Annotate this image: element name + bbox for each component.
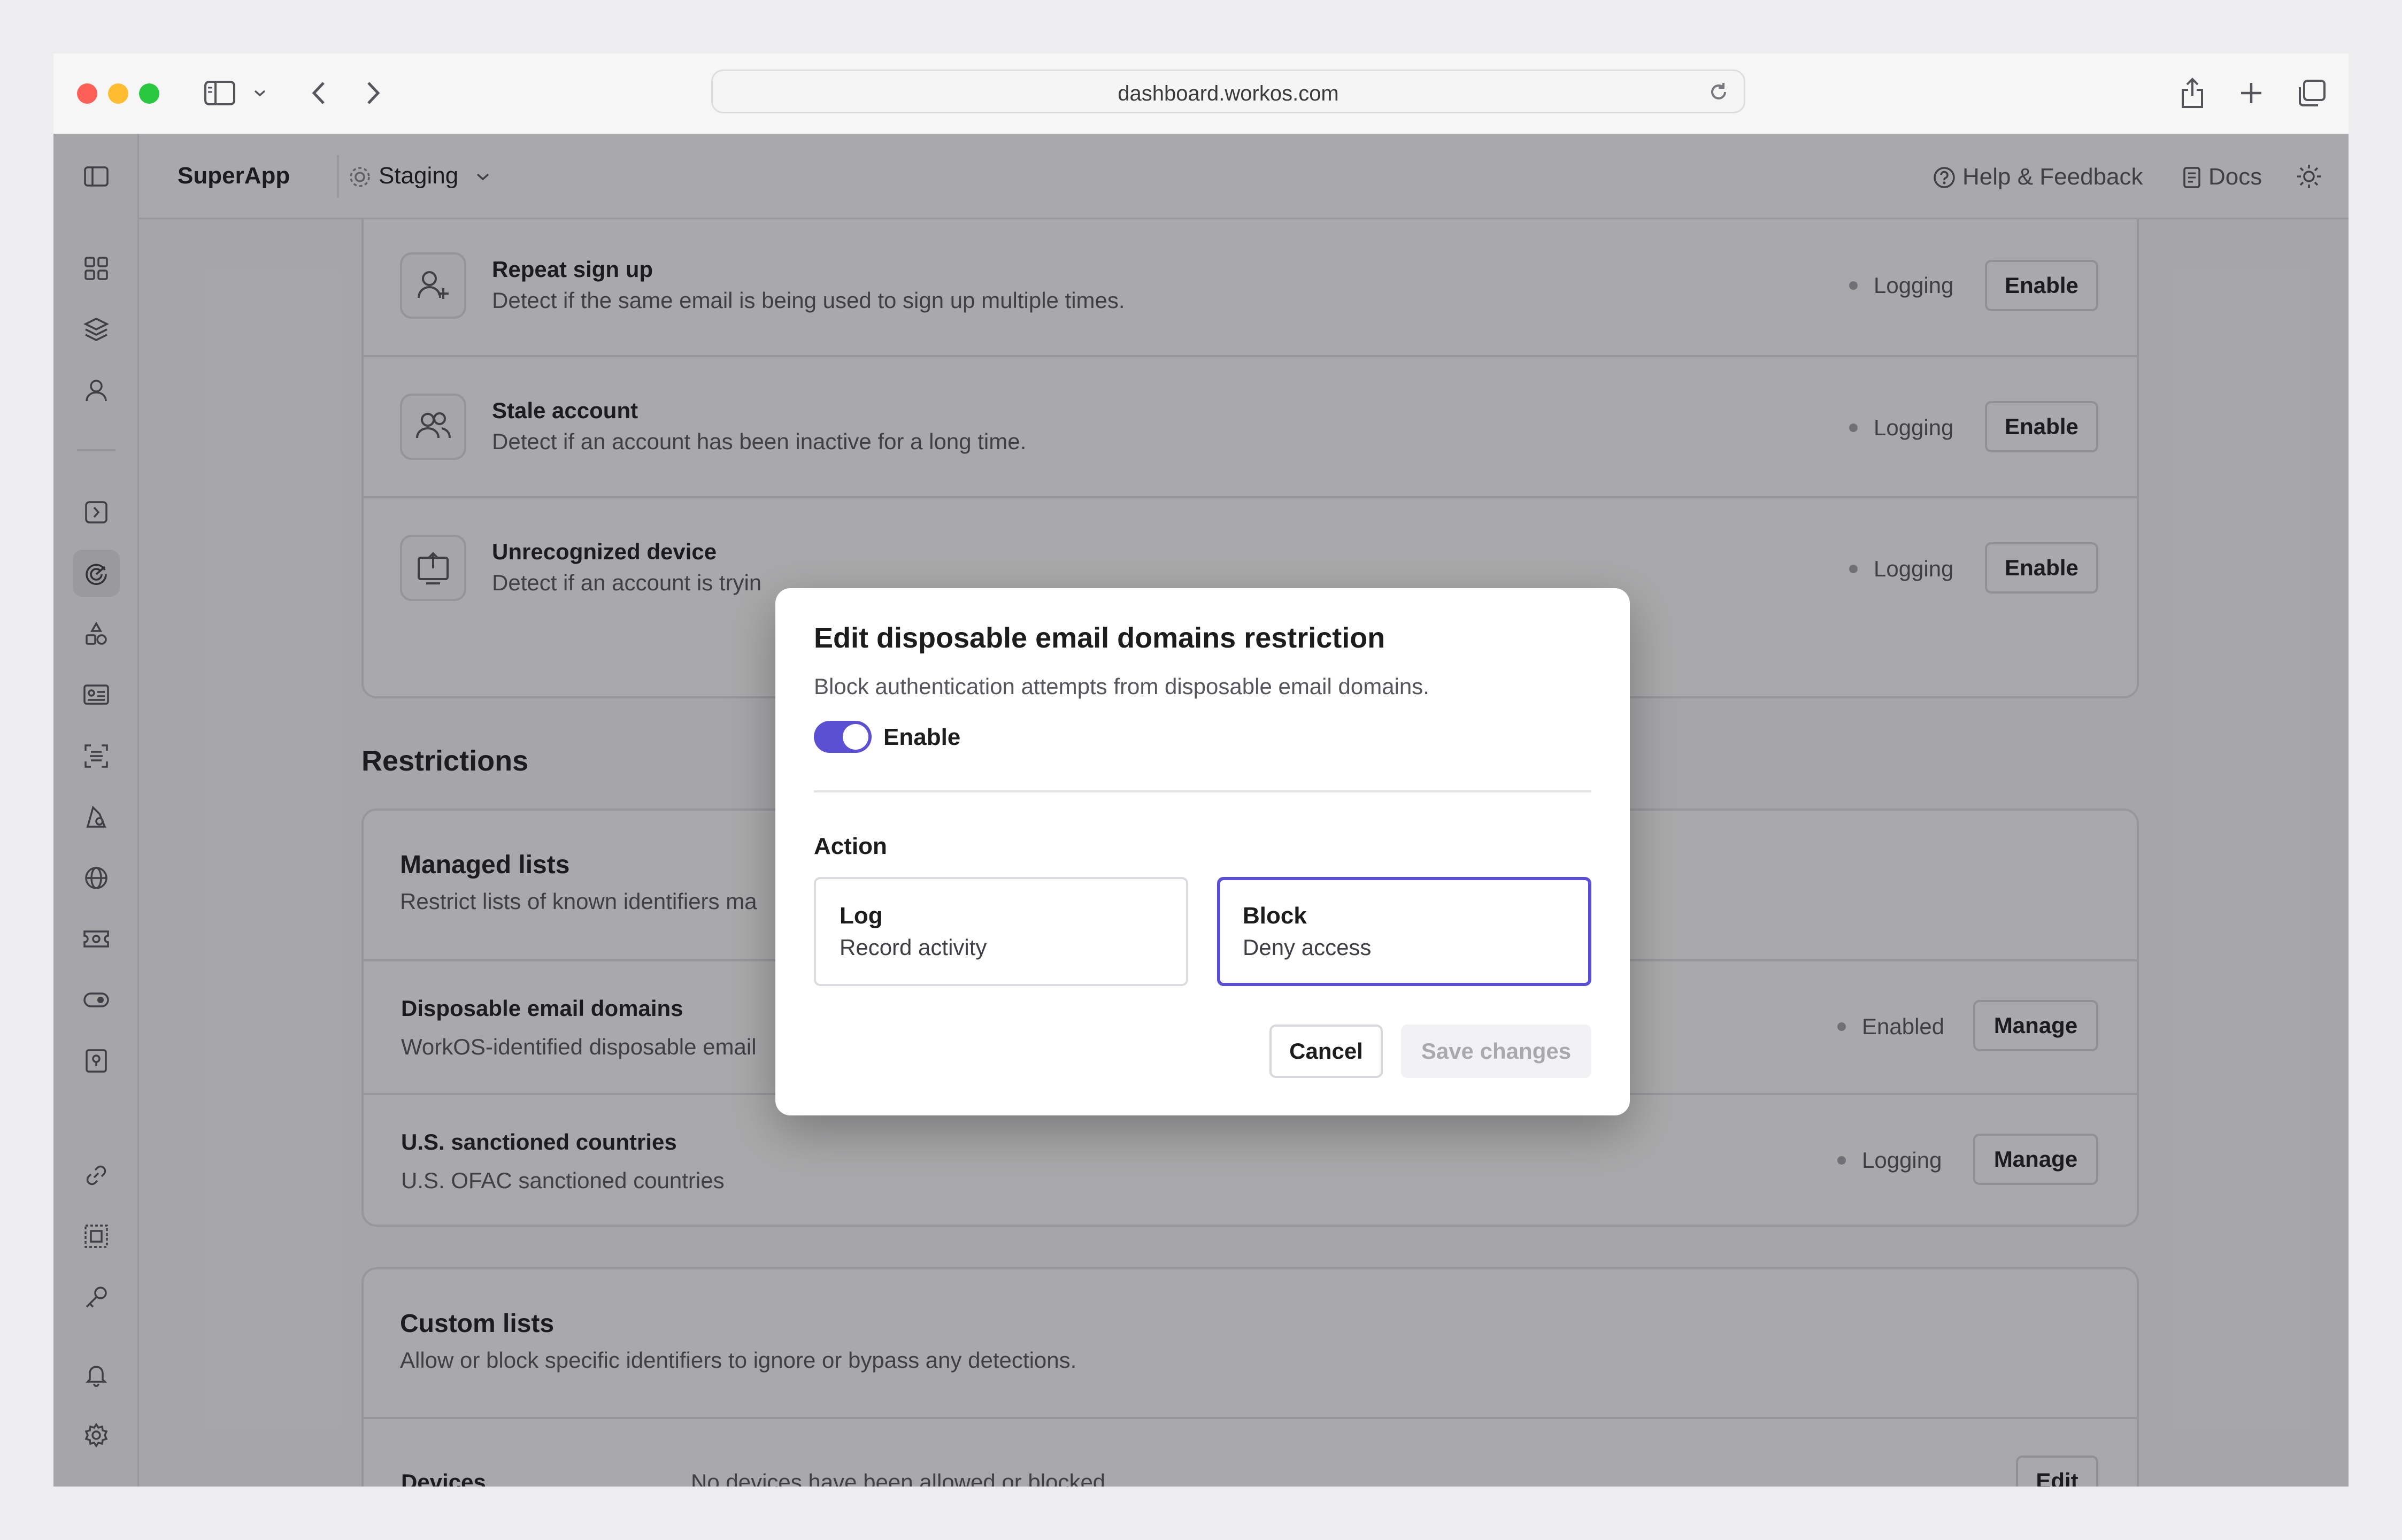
option-title: Log — [840, 903, 883, 929]
app-root: Repeat sign up Detect if the same email … — [53, 134, 2349, 1487]
browser-toolbar: dashboard.workos.com — [53, 53, 2349, 134]
dialog-description: Block authentication attempts from dispo… — [814, 674, 1429, 699]
action-option-block[interactable]: Block Deny access — [1217, 877, 1591, 986]
enable-toggle-label: Enable — [883, 724, 961, 750]
share-icon[interactable] — [2175, 74, 2209, 111]
minimize-window-button[interactable] — [108, 83, 128, 104]
toggle-knob — [843, 724, 868, 750]
back-arrow-icon[interactable] — [303, 77, 335, 109]
option-title: Block — [1243, 903, 1307, 929]
dialog-title: Edit disposable email domains restrictio… — [814, 622, 1385, 654]
close-window-button[interactable] — [77, 83, 97, 104]
action-label: Action — [814, 833, 887, 859]
address-bar[interactable]: dashboard.workos.com — [711, 70, 1745, 113]
edit-restriction-dialog: Edit disposable email domains restrictio… — [775, 588, 1630, 1115]
reload-icon[interactable] — [1706, 80, 1731, 104]
option-description: Record activity — [840, 935, 987, 960]
screen-frame: dashboard.workos.com Repeat sign up Dete… — [0, 0, 2402, 1540]
sidebar-toggle-icon[interactable] — [201, 77, 238, 109]
enable-toggle[interactable] — [814, 721, 872, 753]
cancel-button[interactable]: Cancel — [1269, 1025, 1383, 1078]
forward-arrow-icon[interactable] — [357, 77, 389, 109]
action-option-log[interactable]: Log Record activity — [814, 877, 1188, 986]
chevron-down-icon[interactable] — [250, 83, 270, 103]
tab-overview-icon[interactable] — [2294, 76, 2329, 110]
browser-window: dashboard.workos.com Repeat sign up Dete… — [53, 53, 2349, 1487]
url-text: dashboard.workos.com — [1118, 82, 1339, 105]
zoom-window-button[interactable] — [139, 83, 159, 104]
option-description: Deny access — [1243, 935, 1372, 960]
save-changes-button[interactable]: Save changes — [1401, 1025, 1591, 1078]
dialog-divider — [814, 790, 1591, 792]
new-tab-icon[interactable] — [2235, 77, 2267, 109]
